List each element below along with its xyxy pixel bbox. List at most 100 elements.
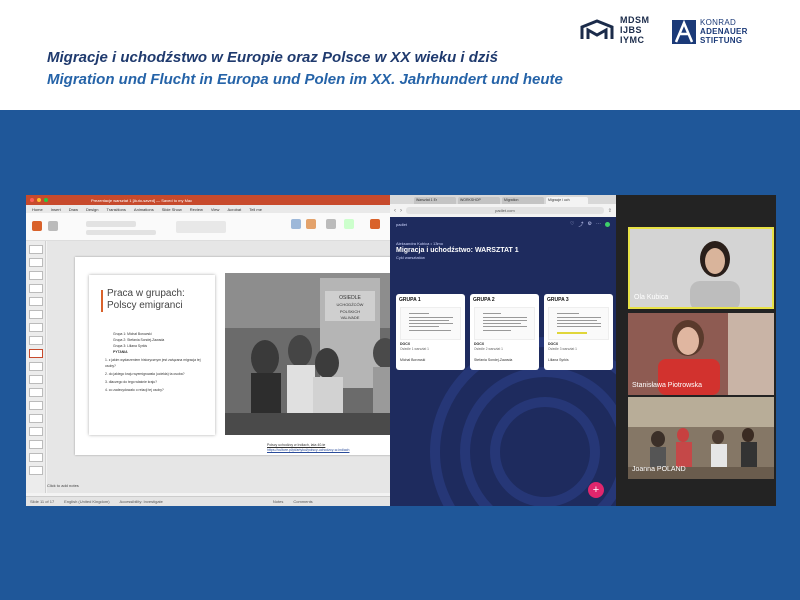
share-padlet-icon[interactable]: ⤴: [579, 221, 584, 228]
font-family-select[interactable]: [86, 221, 136, 227]
ppt-window-title: Prezentacje warsztat 1 [Auto-saved] — Sa…: [91, 197, 193, 203]
slide-thumbnail[interactable]: [29, 375, 43, 384]
heart-icon[interactable]: ♡: [570, 221, 574, 227]
slide-thumbnail[interactable]: [29, 297, 43, 306]
notes-placeholder[interactable]: Click to add notes: [47, 483, 79, 488]
historical-photo[interactable]: OSIEDLE UCHODŹCÓW POLSKICH VALIVADE: [225, 273, 415, 435]
slide-thumbnail[interactable]: [29, 401, 43, 410]
language-indicator[interactable]: English (United Kingdom): [64, 499, 109, 504]
participant-tile[interactable]: Ola Kubica: [628, 227, 774, 309]
ppt-ribbon-tabs: Home Insert Draw Design Transitions Anim…: [26, 205, 390, 213]
padlet-column-2[interactable]: GRUPA 2 DOCX Osiedle 2 warsztat 1 Stefan…: [470, 294, 539, 370]
ppt-tab-animations[interactable]: Animations: [134, 207, 154, 212]
add-post-button[interactable]: +: [588, 482, 604, 498]
browser-tab[interactable]: WORKSHOP: [458, 197, 500, 204]
mdsm-logo: MDSM IJBS IYMC: [580, 15, 650, 45]
slide-thumbnail[interactable]: [29, 310, 43, 319]
slide-thumbnail[interactable]: [29, 362, 43, 371]
ppt-tab-slideshow[interactable]: Slide Show: [162, 207, 182, 212]
mdsm-line3: IYMC: [620, 35, 645, 45]
ppt-tab-draw[interactable]: Draw: [69, 207, 78, 212]
padlet-brand[interactable]: padlet: [396, 222, 407, 227]
paste-icon[interactable]: [32, 221, 42, 231]
browser-window: Warsztat 1 Er WORKSHOP Migration Migracj…: [390, 195, 616, 506]
accent-bar: [101, 290, 103, 312]
slide-thumbnail[interactable]: [29, 466, 43, 475]
browser-tabs: Warsztat 1 Er WORKSHOP Migration Migracj…: [390, 195, 616, 204]
slide-thumbnail[interactable]: [29, 414, 43, 423]
notes-button[interactable]: Notes: [273, 499, 283, 504]
svg-text:POLSKICH: POLSKICH: [340, 309, 360, 314]
quick-styles-icon[interactable]: [344, 219, 354, 229]
ppt-tab-acrobat[interactable]: Acrobat: [227, 207, 241, 212]
picture-icon[interactable]: [291, 219, 301, 229]
svg-text:VALIVADE: VALIVADE: [341, 315, 360, 320]
kas-logo: KONRAD ADENAUER STIFTUNG: [672, 18, 748, 45]
ppt-tab-home[interactable]: Home: [32, 207, 43, 212]
ppt-tab-transitions[interactable]: Transitions: [106, 207, 125, 212]
padlet-header: Aleksandra Kubica • 13mo Migracja i ucho…: [396, 241, 519, 260]
doc-subtitle: Osiedle 1 warsztat 1: [400, 347, 429, 351]
padlet-column-3[interactable]: GRUPA 3 DOCX Osiedle 3 warsztat 1 Lilian…: [544, 294, 613, 370]
column-header: GRUPA 3: [547, 297, 569, 303]
document-preview[interactable]: [548, 307, 609, 340]
maximize-window-icon[interactable]: [44, 198, 48, 202]
ppt-tab-view[interactable]: View: [211, 207, 220, 212]
paragraph-toolbar[interactable]: [176, 221, 226, 233]
minimize-window-icon[interactable]: [37, 198, 41, 202]
participant-name: Ola Kubica: [634, 294, 669, 301]
font-format-toolbar[interactable]: [86, 230, 156, 235]
title-german: Migration und Flucht in Europa und Polen…: [47, 71, 563, 88]
more-icon[interactable]: ⋯: [596, 221, 601, 227]
back-icon[interactable]: ‹: [394, 208, 396, 214]
slide-text-card: Praca w grupach: Polscy emigranci Grupa …: [89, 275, 215, 435]
ppt-tab-tellme[interactable]: Tell me: [249, 207, 262, 212]
slide-thumbnail[interactable]: [29, 440, 43, 449]
forward-icon[interactable]: ›: [400, 208, 402, 214]
doc-type: DOCX: [474, 342, 485, 346]
slide-thumbnail[interactable]: [29, 388, 43, 397]
accessibility-indicator[interactable]: Accessibility: Investigate: [120, 499, 163, 504]
current-slide[interactable]: Praca w grupach: Polscy emigranci Grupa …: [75, 257, 415, 455]
document-preview[interactable]: [474, 307, 535, 340]
slide-thumbnail-selected[interactable]: [29, 349, 43, 358]
design-ideas-icon[interactable]: [370, 219, 380, 229]
browser-tab[interactable]: Migration: [502, 197, 544, 204]
slide-body-text[interactable]: Grupa 1: Michał Borowski Grupa 2: Stefan…: [105, 331, 209, 393]
settings-icon[interactable]: ⚙: [588, 221, 592, 227]
browser-tab-active[interactable]: Migracje i uch: [546, 197, 588, 204]
photo-image: OSIEDLE UCHODŹCÓW POLSKICH VALIVADE: [225, 273, 415, 435]
slide-title-line2: Polscy emigranci: [107, 300, 183, 311]
slide-bullet: PYTANIA: [113, 350, 128, 354]
slide-thumbnail[interactable]: [29, 453, 43, 462]
padlet-column-1[interactable]: GRUPA 1 DOCX Osiedle 1 warsztat 1 Michał…: [396, 294, 465, 370]
title-polish: Migracje i uchodźstwo w Europie oraz Pol…: [47, 49, 498, 66]
close-window-icon[interactable]: [30, 198, 34, 202]
slide-counter: Slide 11 of 17: [30, 499, 55, 504]
participant-tile[interactable]: Joanna POLAND: [628, 397, 774, 479]
url-field[interactable]: padlet.com: [406, 207, 604, 214]
doc-name: Michał Borowski: [400, 358, 426, 362]
comments-button[interactable]: Comments: [293, 499, 312, 504]
document-preview[interactable]: [400, 307, 461, 340]
slide-thumbnail[interactable]: [29, 336, 43, 345]
slide-thumbnail[interactable]: [29, 258, 43, 267]
ppt-tab-design[interactable]: Design: [86, 207, 98, 212]
share-icon[interactable]: ⇪: [608, 208, 612, 214]
slide-thumbnail[interactable]: [29, 245, 43, 254]
ppt-tab-review[interactable]: Review: [190, 207, 203, 212]
participant-name: Joanna POLAND: [632, 466, 686, 473]
padlet-subtitle: Cykl warsztatów: [396, 255, 425, 260]
slide-thumbnail[interactable]: [29, 323, 43, 332]
slide-thumbnail[interactable]: [29, 284, 43, 293]
video-call-panel: Ola Kubica Stanisława Piotrowska Joanna …: [616, 195, 776, 506]
new-slide-icon[interactable]: [48, 221, 58, 231]
shapes-icon[interactable]: [306, 219, 316, 229]
slide-thumbnail[interactable]: [29, 427, 43, 436]
browser-tab[interactable]: Warsztat 1 Er: [414, 197, 456, 204]
slide-thumbnail[interactable]: [29, 271, 43, 280]
participant-tile[interactable]: Stanisława Piotrowska: [628, 313, 774, 395]
slide-title[interactable]: Praca w grupach: Polscy emigranci: [107, 288, 185, 312]
ppt-tab-insert[interactable]: Insert: [51, 207, 61, 212]
arrange-icon[interactable]: [326, 219, 336, 229]
